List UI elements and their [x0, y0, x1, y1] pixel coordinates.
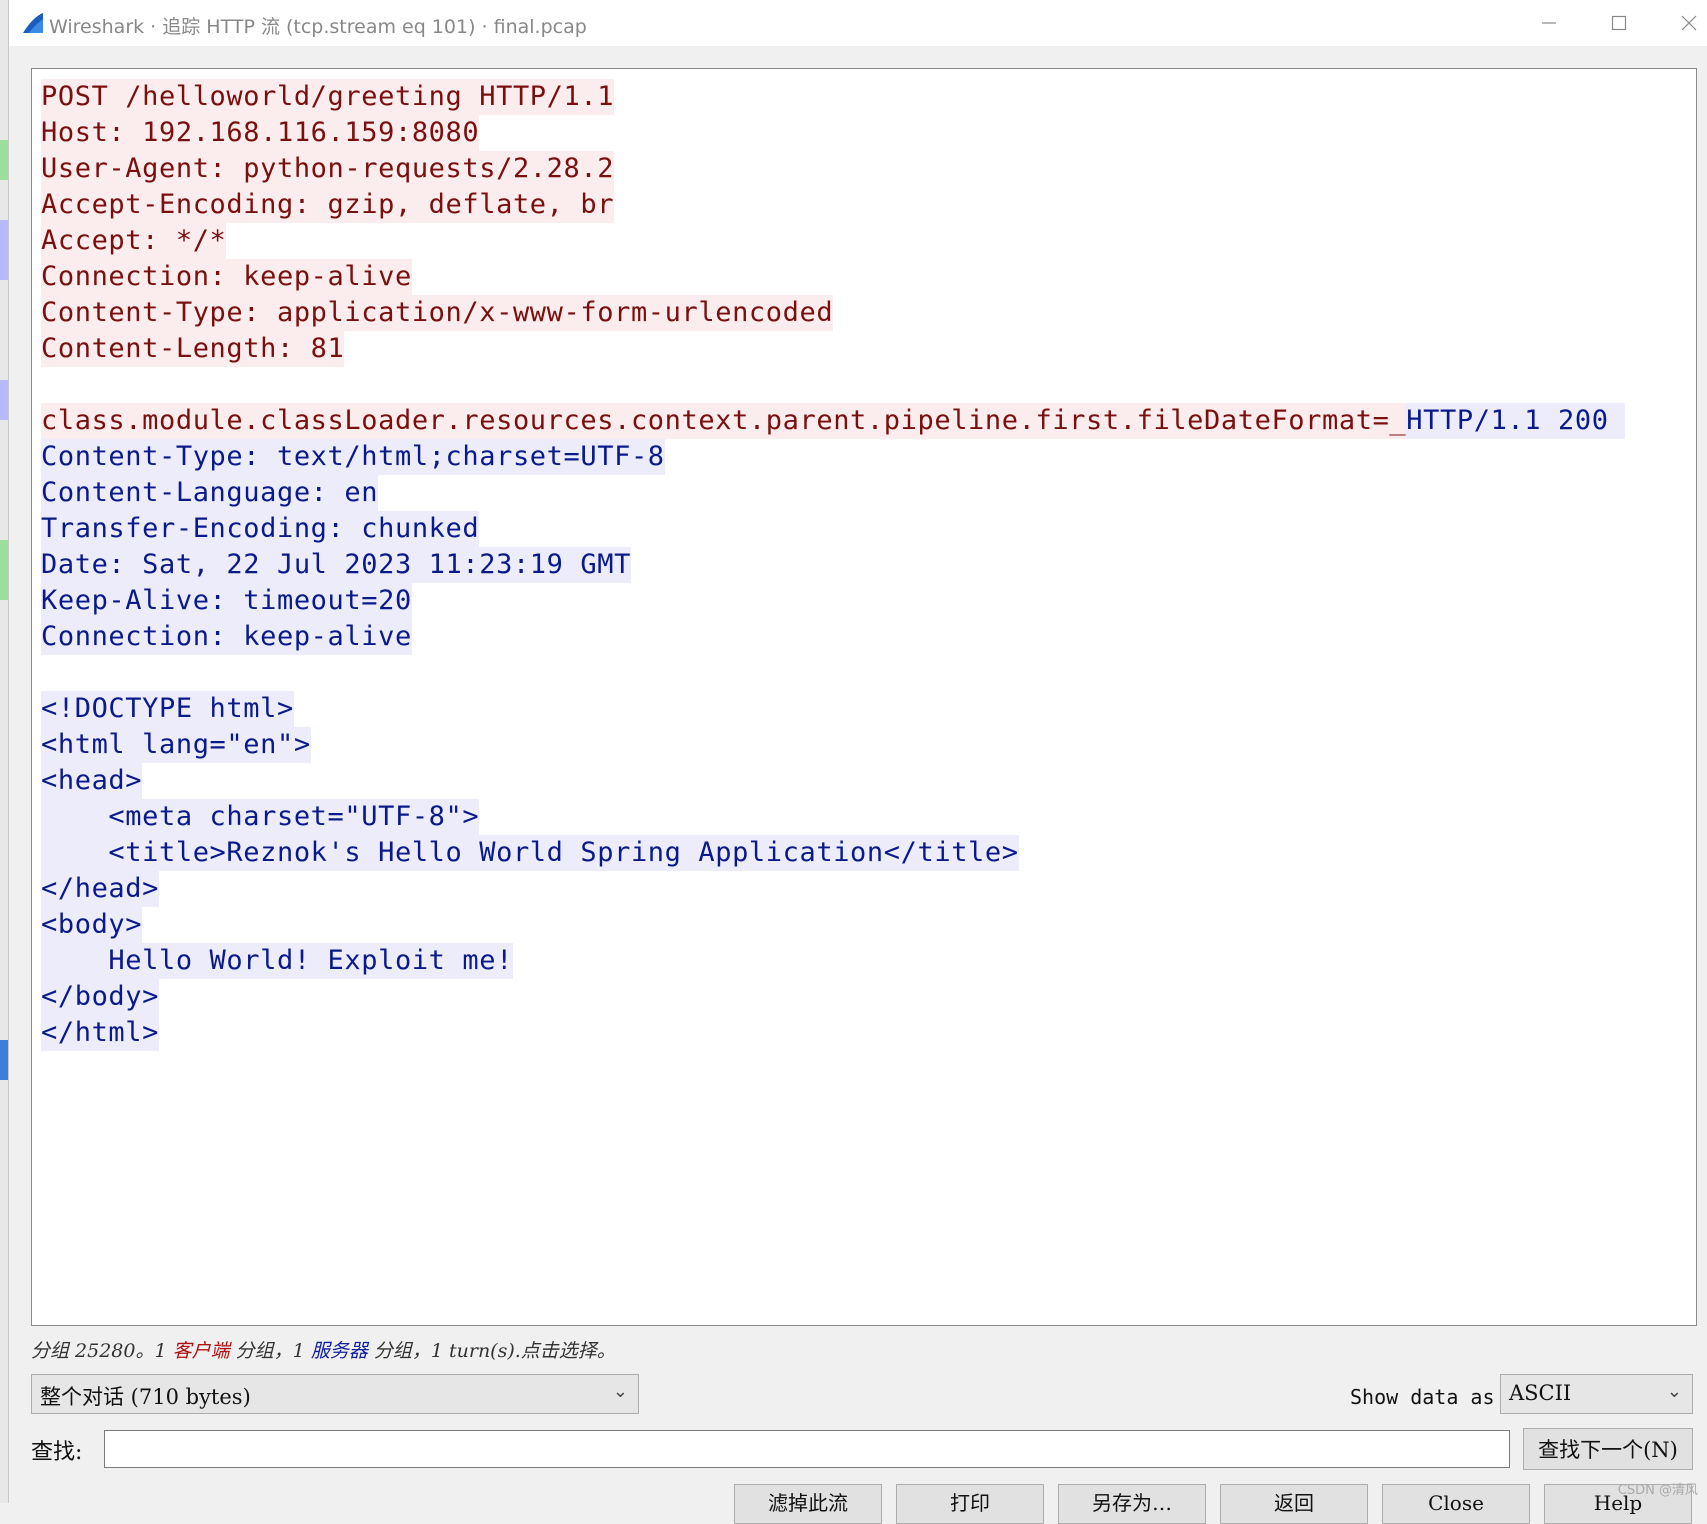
stream-line: <meta charset="UTF-8"> — [41, 799, 1625, 835]
server-text: <html lang="en"> — [41, 727, 311, 763]
close-button[interactable]: Close — [1382, 1484, 1530, 1524]
background-window-edge — [0, 0, 8, 1503]
stream-line: </html> — [41, 1015, 1625, 1051]
stream-line — [41, 367, 1625, 403]
maximize-button[interactable] — [1584, 0, 1654, 46]
client-text: Content-Length: 81 — [41, 331, 345, 367]
stream-line: Transfer-Encoding: chunked — [41, 511, 1625, 547]
stream-line: class.module.classLoader.resources.conte… — [41, 403, 1626, 439]
server-text: <head> — [41, 763, 143, 799]
follow-http-stream-window: Wireshark · 追踪 HTTP 流 (tcp.stream eq 101… — [8, 0, 1707, 1524]
stream-status-text: 分组 25280。1 客户端 分组，1 服务器 分组，1 turn(s).点击选… — [31, 1336, 616, 1363]
status-mid: 分组，1 — [229, 1340, 311, 1362]
client-text: class.module.classLoader.resources.conte… — [41, 403, 1407, 439]
close-icon — [1681, 15, 1697, 31]
client-text: Connection: keep-alive — [41, 259, 412, 295]
server-text: <title>Reznok's Hello World Spring Appli… — [41, 835, 1019, 871]
server-text: Connection: keep-alive — [41, 619, 412, 655]
minimize-icon — [1542, 22, 1556, 24]
find-next-button[interactable]: 查找下一个(N) — [1523, 1428, 1693, 1470]
server-text: </head> — [41, 871, 159, 907]
client-text: Host: 192.168.116.159:8080 — [41, 115, 480, 151]
close-window-button[interactable] — [1654, 0, 1707, 46]
find-label: 查找: — [31, 1440, 83, 1465]
minimize-button[interactable] — [1514, 0, 1584, 46]
stream-line: </head> — [41, 871, 1625, 907]
print-button[interactable]: 打印 — [896, 1484, 1044, 1524]
stream-line: Content-Language: en — [41, 475, 1625, 511]
server-text: HTTP/1.1 200 — [1406, 403, 1626, 439]
title-bar: Wireshark · 追踪 HTTP 流 (tcp.stream eq 101… — [9, 0, 1707, 46]
client-text: POST /helloworld/greeting HTTP/1.1 — [41, 79, 615, 115]
filter-out-stream-button[interactable]: 滤掉此流 — [734, 1484, 882, 1524]
maximize-icon — [1611, 15, 1627, 31]
client-text: Accept: */* — [41, 223, 227, 259]
stream-line: Content-Length: 81 — [41, 331, 1625, 367]
status-client-label: 客户端 — [172, 1340, 230, 1362]
stream-line: <body> — [41, 907, 1625, 943]
stream-line: <html lang="en"> — [41, 727, 1625, 763]
show-data-as-select[interactable]: ASCII ⌄ — [1500, 1374, 1693, 1414]
client-text: User-Agent: python-requests/2.28.2 — [41, 151, 615, 187]
status-server-label: 服务器 — [310, 1340, 368, 1362]
server-text: </html> — [41, 1015, 159, 1051]
stream-line: Date: Sat, 22 Jul 2023 11:23:19 GMT — [41, 547, 1625, 583]
server-text: Content-Language: en — [41, 475, 379, 511]
stream-line: Hello World! Exploit me! — [41, 943, 1625, 979]
status-suffix: 分组，1 turn(s).点击选择。 — [367, 1340, 616, 1362]
stream-lines: POST /helloworld/greeting HTTP/1.1 Host: … — [41, 79, 1626, 1051]
server-text: Content-Type: text/html;charset=UTF-8 — [41, 439, 665, 475]
wireshark-fin-icon — [23, 13, 43, 33]
client-text: Content-Type: application/x-www-form-url… — [41, 295, 834, 331]
stream-line: </body> — [41, 979, 1625, 1015]
find-input[interactable] — [104, 1430, 1510, 1468]
client-text: Accept-Encoding: gzip, deflate, br — [41, 187, 615, 223]
server-text: Keep-Alive: timeout=20 — [41, 583, 412, 619]
server-text: <meta charset="UTF-8"> — [41, 799, 480, 835]
save-as-button[interactable]: 另存为… — [1058, 1484, 1206, 1524]
server-text: <!DOCTYPE html> — [41, 691, 294, 727]
server-text: Hello World! Exploit me! — [41, 943, 513, 979]
conversation-select-value: 整个对话 (710 bytes) — [40, 1385, 251, 1409]
stream-line: Accept: */* — [41, 223, 1625, 259]
show-data-as-value: ASCII — [1509, 1381, 1572, 1405]
show-data-as-label: Show data as — [1350, 1385, 1495, 1409]
stream-content-pane[interactable]: POST /helloworld/greeting HTTP/1.1 Host: … — [31, 68, 1697, 1326]
conversation-select[interactable]: 整个对话 (710 bytes) ⌄ — [31, 1374, 639, 1414]
stream-line — [41, 655, 1625, 691]
server-text: <body> — [41, 907, 143, 943]
stream-line: Content-Type: application/x-www-form-url… — [41, 295, 1625, 331]
stream-line: <title>Reznok's Hello World Spring Appli… — [41, 835, 1625, 871]
stream-line: Connection: keep-alive — [41, 619, 1625, 655]
back-button[interactable]: 返回 — [1220, 1484, 1368, 1524]
stream-line: User-Agent: python-requests/2.28.2 — [41, 151, 1625, 187]
stream-line: POST /helloworld/greeting HTTP/1.1 — [41, 79, 1625, 115]
watermark: CSDN @清风 — [1617, 1483, 1698, 1498]
stream-line: Keep-Alive: timeout=20 — [41, 583, 1625, 619]
chevron-down-icon: ⌄ — [612, 1381, 628, 1402]
stream-line: Accept-Encoding: gzip, deflate, br — [41, 187, 1625, 223]
chevron-down-icon: ⌄ — [1666, 1381, 1682, 1402]
server-text: </body> — [41, 979, 159, 1015]
status-prefix: 分组 25280。1 — [31, 1340, 173, 1362]
server-text: Transfer-Encoding: chunked — [41, 511, 480, 547]
stream-line: Content-Type: text/html;charset=UTF-8 — [41, 439, 1625, 475]
stream-line: Connection: keep-alive — [41, 259, 1625, 295]
stream-line: <head> — [41, 763, 1625, 799]
stream-line: <!DOCTYPE html> — [41, 691, 1625, 727]
server-text: Date: Sat, 22 Jul 2023 11:23:19 GMT — [41, 547, 631, 583]
window-title: Wireshark · 追踪 HTTP 流 (tcp.stream eq 101… — [49, 16, 587, 38]
stream-line: Host: 192.168.116.159:8080 — [41, 115, 1625, 151]
